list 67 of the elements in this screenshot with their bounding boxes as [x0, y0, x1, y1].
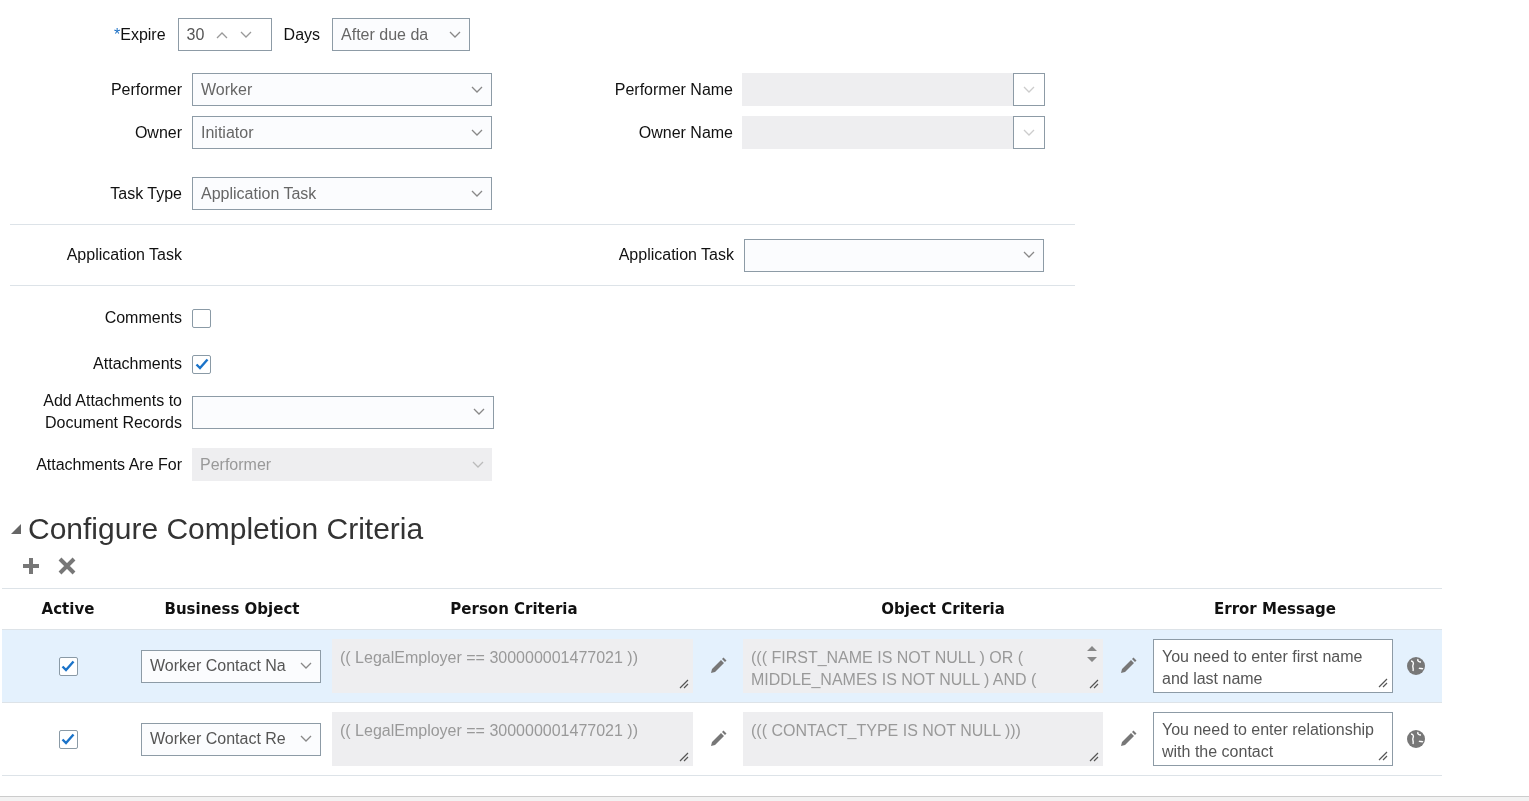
chevron-down-icon: [300, 662, 312, 670]
checkbox[interactable]: [58, 729, 78, 749]
checkbox[interactable]: [58, 656, 78, 676]
dropdown-field[interactable]: After due da: [332, 18, 471, 51]
pencil-icon[interactable]: [1118, 656, 1138, 676]
chevron-up-icon[interactable]: [216, 30, 229, 39]
globe-icon[interactable]: [1406, 729, 1426, 749]
section-title: Configure Completion Criteria: [28, 511, 424, 547]
dropdown-field[interactable]: [192, 395, 494, 429]
chevron-down-icon: [473, 408, 485, 416]
field-label: Attachments Are For: [35, 454, 182, 475]
resize-handle-icon[interactable]: [679, 679, 689, 689]
column-header: Error Message: [1213, 598, 1337, 620]
spinner-arrows-icon[interactable]: [1085, 643, 1099, 665]
dropdown-field[interactable]: [744, 238, 1044, 272]
chevron-down-icon: [471, 189, 483, 198]
unit-label: Days: [283, 24, 321, 45]
text-area[interactable]: You need to enter first name and last name: [1153, 639, 1393, 693]
pencil-icon[interactable]: [708, 729, 728, 749]
pencil-icon[interactable]: [708, 656, 728, 676]
field-label: Performer Name: [613, 79, 733, 100]
chevron-down-icon: [471, 85, 483, 94]
resize-handle-icon[interactable]: [1089, 752, 1099, 762]
resize-handle-icon[interactable]: [1378, 678, 1388, 688]
chevron-down-icon: [1023, 251, 1035, 259]
field-label: Attachments: [92, 354, 182, 374]
field-label: Comments: [103, 308, 182, 328]
resize-handle-icon[interactable]: [679, 752, 689, 762]
resize-handle-icon[interactable]: [1089, 679, 1099, 689]
field-label: Add Attachments to Document Records: [42, 391, 182, 433]
collapse-triangle-icon[interactable]: [10, 523, 22, 535]
delete-icon[interactable]: [58, 557, 76, 575]
pencil-icon[interactable]: [1118, 729, 1138, 749]
field-label: Owner: [133, 122, 182, 143]
required-mark: *: [114, 24, 121, 45]
chevron-down-icon: [471, 128, 483, 137]
dropdown-field[interactable]: Worker: [192, 73, 492, 106]
checkbox[interactable]: [192, 308, 211, 328]
table-row[interactable]: Worker Contact Na (( LegalEmployer == 300000001477021 )) ((( FIRST_NAME IS NOT NULL ) OR ( MIDDLE_NAMES IS NOT NULL ) AND ( You need to enter first name and last name: [2, 629, 1442, 702]
column-header: Object Criteria: [880, 598, 1006, 620]
dropdown-field[interactable]: Worker Contact Na: [141, 649, 321, 683]
field-label: Owner Name: [637, 122, 733, 143]
checkbox[interactable]: [192, 354, 211, 374]
column-header: Person Criteria: [449, 598, 579, 620]
dropdown-field[interactable]: Application Task: [192, 177, 492, 210]
dropdown-field[interactable]: Worker Contact Re: [141, 722, 321, 756]
dropdown-field[interactable]: [742, 73, 1045, 106]
chevron-down-icon: [1023, 85, 1035, 94]
dropdown-field[interactable]: Initiator: [192, 116, 492, 149]
resize-handle-icon[interactable]: [1378, 751, 1388, 761]
number-spinner[interactable]: 30: [177, 18, 272, 51]
chevron-down-icon: [472, 460, 484, 469]
column-header: Business Object: [163, 598, 301, 620]
field-label: Application Task: [617, 245, 734, 265]
add-icon[interactable]: [22, 557, 40, 575]
field-label: Task Type: [109, 183, 182, 204]
globe-icon[interactable]: [1406, 656, 1426, 676]
chevron-down-icon: [300, 735, 312, 743]
column-header: Active: [40, 598, 96, 620]
field-label: Performer: [109, 79, 182, 100]
text-area[interactable]: You need to enter relationship with the contact: [1153, 712, 1393, 766]
chevron-down-icon: [1023, 128, 1035, 137]
field-label: Application Task: [65, 245, 182, 265]
chevron-down-icon: [240, 30, 253, 39]
field-label: Expire: [120, 24, 166, 45]
chevron-down-icon: [449, 30, 462, 39]
dropdown-field[interactable]: [742, 116, 1045, 149]
